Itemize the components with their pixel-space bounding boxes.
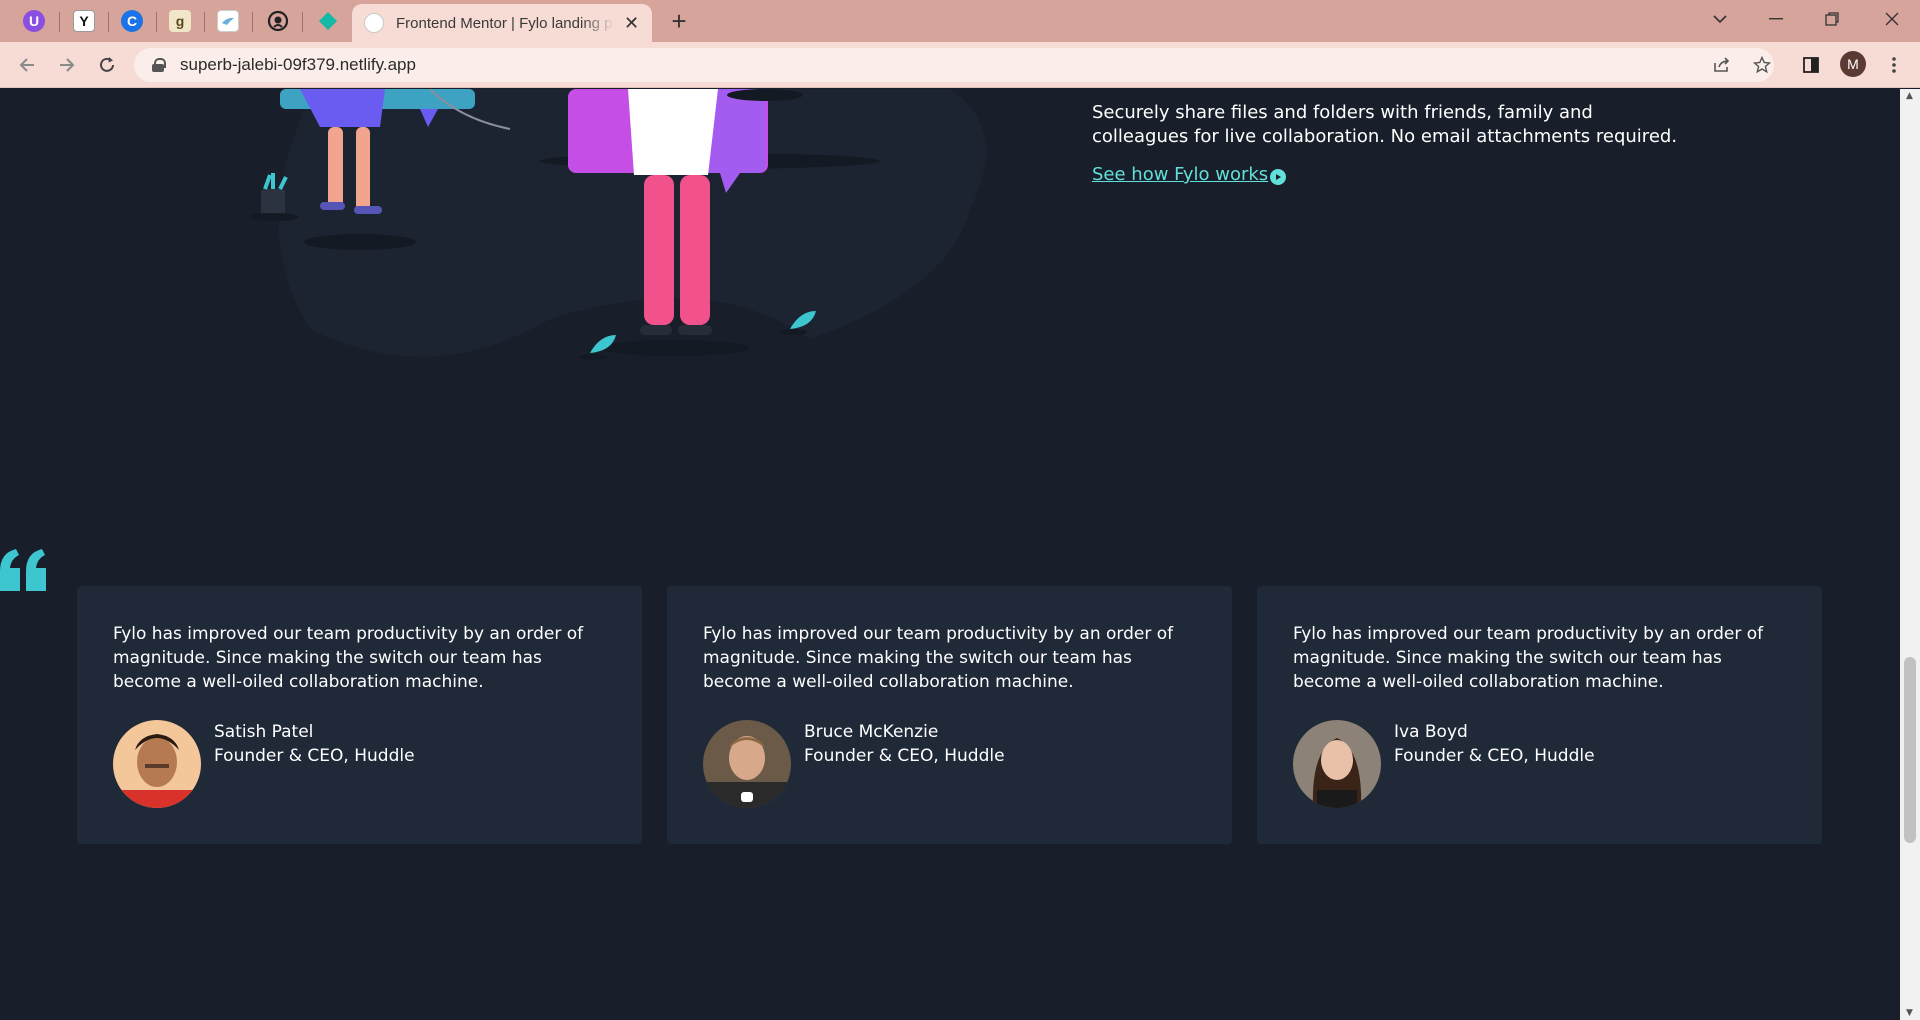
ublock-icon: U	[23, 10, 45, 32]
browser-tab-strip: U Y C g Frontend Mentor | Fylo landing p…	[0, 0, 1920, 42]
testimonial-card: Fylo has improved our team productivity …	[77, 586, 642, 844]
github-icon	[267, 10, 289, 32]
restore-button[interactable]	[1804, 0, 1860, 38]
address-url: superb-jalebi-09f379.netlify.app	[180, 55, 416, 74]
quotation-mark-icon	[0, 549, 46, 591]
avatar	[113, 720, 201, 808]
page-viewport: Securely share files and folders with fr…	[0, 89, 1900, 1020]
feature-description: Securely share files and folders with fr…	[1092, 102, 1678, 147]
minimize-button[interactable]	[1748, 0, 1804, 38]
testimonial-author-name: Bruce McKenzie	[804, 722, 939, 742]
bird-icon	[217, 10, 239, 32]
pinned-tab-github[interactable]	[254, 5, 302, 37]
menu-kebab-icon[interactable]	[1880, 50, 1908, 80]
y-icon: Y	[73, 10, 95, 32]
lock-icon	[152, 58, 166, 72]
reload-button[interactable]	[92, 50, 122, 80]
pinned-tab-c[interactable]: C	[108, 5, 156, 37]
testimonial-quote: Fylo has improved our team productivity …	[1293, 624, 1764, 692]
see-how-fylo-works-label: See how Fylo works	[1092, 164, 1269, 185]
tab-search-icon[interactable]	[1692, 0, 1748, 38]
g-icon: g	[169, 10, 191, 32]
pinned-tab-bird[interactable]	[204, 5, 252, 37]
side-panel-icon[interactable]	[1797, 50, 1825, 80]
browser-toolbar: superb-jalebi-09f379.netlify.app	[0, 42, 1920, 88]
testimonial-author-name: Satish Patel	[214, 722, 314, 742]
testimonial-author-name: Iva Boyd	[1394, 722, 1468, 742]
testimonial-author-role: Founder & CEO, Huddle	[804, 746, 1005, 766]
c-icon: C	[121, 10, 143, 32]
avatar	[1293, 720, 1381, 808]
testimonial-author-role: Founder & CEO, Huddle	[214, 746, 415, 766]
collaboration-illustration	[250, 89, 986, 360]
tab-separator	[252, 12, 253, 32]
tab-separator	[302, 12, 303, 32]
share-icon[interactable]	[1708, 50, 1736, 80]
bookmark-star-icon[interactable]	[1748, 50, 1776, 80]
close-tab-icon[interactable]: ✕	[624, 13, 639, 34]
diamond-icon	[317, 10, 339, 32]
pinned-tab-y[interactable]: Y	[60, 5, 108, 37]
close-window-button[interactable]	[1864, 0, 1920, 38]
pinned-tab-g[interactable]: g	[156, 5, 204, 37]
testimonial-author-role: Founder & CEO, Huddle	[1394, 746, 1595, 766]
pinned-tab-diamond[interactable]	[304, 5, 352, 37]
see-how-fylo-works-link[interactable]: See how Fylo works	[1092, 164, 1287, 185]
testimonial-quote: Fylo has improved our team productivity …	[703, 624, 1174, 692]
testimonial-quote: Fylo has improved our team productivity …	[113, 624, 584, 692]
address-bar[interactable]: superb-jalebi-09f379.netlify.app	[134, 48, 1774, 82]
frontend-mentor-icon	[364, 13, 384, 33]
testimonial-card: Fylo has improved our team productivity …	[1257, 586, 1822, 844]
new-tab-button[interactable]: +	[664, 6, 694, 36]
page-scrollbar[interactable]: ▲ ▼	[1900, 89, 1920, 1020]
active-tab[interactable]: Frontend Mentor | Fylo landing page ✕	[352, 4, 652, 42]
forward-button[interactable]	[52, 50, 82, 80]
arrow-right-circle-icon	[1270, 168, 1287, 185]
back-button[interactable]	[12, 50, 42, 80]
testimonial-card: Fylo has improved our team productivity …	[667, 586, 1232, 844]
profile-avatar[interactable]: M	[1840, 51, 1866, 77]
scroll-up-arrow-icon[interactable]: ▲	[1906, 91, 1913, 101]
scrollbar-thumb[interactable]	[1904, 657, 1916, 843]
pinned-tab-ublock[interactable]: U	[10, 5, 58, 37]
scroll-down-arrow-icon[interactable]: ▼	[1906, 1008, 1913, 1018]
active-tab-title: Frontend Mentor | Fylo landing page	[396, 14, 614, 32]
avatar	[703, 720, 791, 808]
